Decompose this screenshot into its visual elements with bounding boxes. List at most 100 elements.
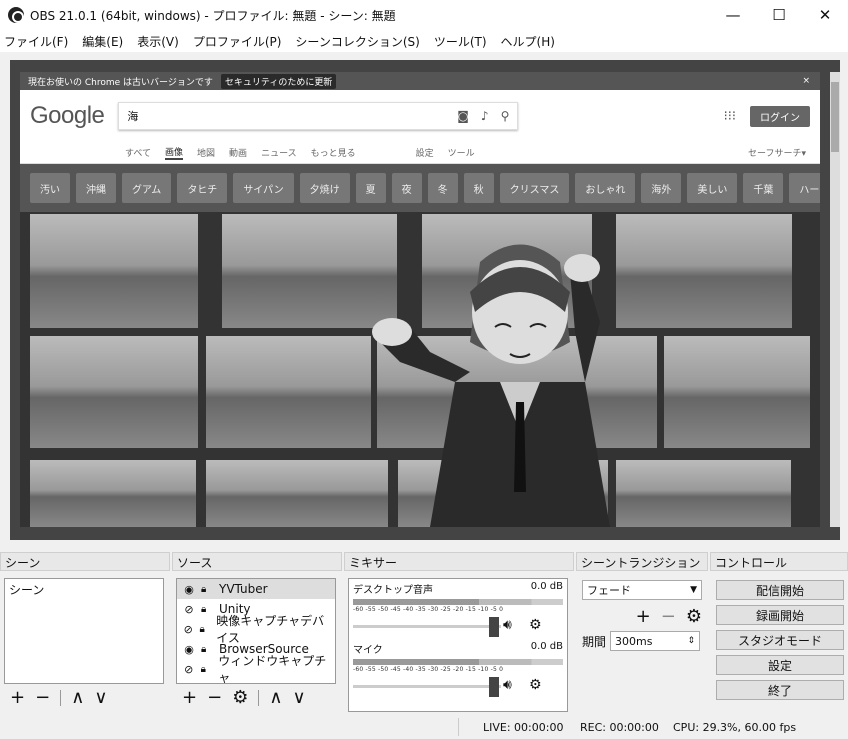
menu-help[interactable]: ヘルプ(H): [501, 33, 555, 50]
eye-icon[interactable]: ◉: [181, 643, 197, 656]
chip: ハート: [789, 173, 820, 203]
scenes-list[interactable]: シーン: [4, 578, 164, 684]
speaker-icon[interactable]: 🔊︎: [503, 617, 512, 633]
chevron-up-icon[interactable]: ∧: [71, 687, 84, 708]
sources-list[interactable]: ◉ 🔒︎ YVTuber ⊘ 🔒︎ Unity ⊘ 🔒︎ 映像キャプチャデバイス…: [176, 578, 336, 685]
channel-name: マイク: [353, 645, 383, 656]
mixer-header: ミキサー: [344, 552, 574, 571]
meter-ticks: -60 -55 -50 -45 -40 -35 -30 -25 -20 -15 …: [353, 666, 504, 673]
remove-icon[interactable]: −: [661, 606, 676, 627]
gear-icon[interactable]: ⚙: [529, 617, 542, 633]
chevron-down-icon[interactable]: ∨: [94, 687, 107, 708]
gear-icon[interactable]: ⚙: [529, 677, 542, 693]
image-results-grid: [20, 212, 820, 527]
gear-icon[interactable]: ⚙: [686, 606, 702, 627]
lock-icon[interactable]: 🔒︎: [201, 584, 213, 595]
menu-file[interactable]: ファイル(F): [4, 33, 68, 50]
studio-mode-button[interactable]: スタジオモード: [716, 630, 844, 650]
chip: 美しい: [687, 173, 738, 203]
controls-dock: コントロール 配信開始 録画開始 スタジオモード 設定 終了: [710, 552, 848, 714]
channel-db: 0.0 dB: [530, 581, 563, 592]
start-recording-button[interactable]: 録画開始: [716, 605, 844, 625]
transition-select[interactable]: フェード ▼: [582, 580, 702, 600]
chip: グアム: [122, 173, 172, 203]
source-item[interactable]: ⊘ 🔒︎ ウィンドウキャプチャ: [177, 654, 335, 685]
duration-value: 300ms: [615, 634, 653, 648]
menu-edit[interactable]: 編集(E): [82, 33, 123, 50]
preview-area: 現在お使いの Chrome は古いバージョンです セキュリティのために更新 × …: [0, 52, 848, 549]
meter-ticks: -60 -55 -50 -45 -40 -35 -30 -25 -20 -15 …: [353, 606, 504, 613]
update-button: セキュリティのために更新: [220, 73, 337, 89]
channel-db: 0.0 dB: [530, 641, 563, 652]
volume-slider-track[interactable]: [353, 625, 501, 628]
source-label: ウィンドウキャプチャ: [218, 654, 327, 685]
chip: タヒチ: [177, 173, 228, 203]
lock-icon[interactable]: 🔒︎: [201, 664, 213, 675]
tab-settings: 設定: [415, 149, 434, 159]
spin-arrows-icon[interactable]: ⇕: [687, 636, 695, 646]
volume-slider-handle[interactable]: [489, 617, 499, 637]
chip: 汚い: [30, 173, 70, 203]
rec-timer: REC: 00:00:00: [580, 721, 659, 734]
eye-hidden-icon[interactable]: ⊘: [181, 663, 197, 676]
add-icon[interactable]: +: [182, 687, 197, 708]
menu-scene-collection[interactable]: シーンコレクション(S): [295, 33, 419, 50]
remove-icon[interactable]: −: [207, 687, 222, 708]
scene-item[interactable]: シーン: [5, 579, 163, 599]
add-icon[interactable]: +: [636, 606, 651, 627]
preview-canvas[interactable]: 現在お使いの Chrome は古いバージョンです セキュリティのために更新 × …: [10, 60, 840, 540]
add-icon[interactable]: +: [10, 687, 25, 708]
chevron-down-icon[interactable]: ∨: [293, 687, 306, 708]
sources-header: ソース: [172, 552, 342, 571]
lock-icon[interactable]: 🔒︎: [201, 604, 213, 615]
login-button: ログイン: [750, 105, 810, 127]
volume-slider-handle[interactable]: [489, 677, 499, 697]
mixer-panel: デスクトップ音声 0.0 dB -60 -55 -50 -45 -40 -35 …: [348, 578, 568, 712]
google-logo: Google: [30, 102, 105, 129]
chip: 千葉: [743, 173, 784, 203]
minimize-button[interactable]: —: [710, 0, 756, 30]
tab-more: もっと見る: [310, 149, 356, 159]
eye-hidden-icon[interactable]: ⊘: [181, 603, 197, 616]
chip: 沖縄: [76, 173, 116, 203]
volume-slider-track[interactable]: [353, 685, 501, 688]
chevron-down-icon: ▼: [690, 585, 697, 595]
sources-toolbar: + − ⚙ ∧ ∨: [182, 687, 306, 708]
speaker-icon[interactable]: 🔊︎: [503, 677, 512, 693]
result-image: [30, 214, 198, 328]
channel-name: デスクトップ音声: [353, 585, 433, 596]
tab-videos: 動画: [229, 149, 248, 159]
tab-images: 画像: [165, 145, 184, 160]
menu-tools[interactable]: ツール(T): [434, 33, 487, 50]
volume-meter: [353, 599, 563, 605]
tab-all: すべて: [125, 149, 152, 159]
lock-icon[interactable]: 🔒︎: [199, 624, 210, 635]
settings-button[interactable]: 設定: [716, 655, 844, 675]
eye-hidden-icon[interactable]: ⊘: [181, 623, 195, 636]
menu-profile[interactable]: プロファイル(P): [193, 33, 282, 50]
tab-maps: 地図: [197, 149, 216, 159]
chip: 秋: [463, 173, 494, 203]
chrome-update-banner: 現在お使いの Chrome は古いバージョンです セキュリティのために更新 ×: [20, 72, 820, 90]
menu-view[interactable]: 表示(V): [137, 33, 179, 50]
microphone-icon: ♪: [480, 109, 489, 123]
dock-panel-area: シーン シーン + − ∧ ∨ ソース ◉ 🔒︎ YVTuber ⊘ 🔒︎ Un…: [0, 552, 848, 714]
close-button[interactable]: ✕: [802, 0, 848, 30]
controls-header: コントロール: [710, 552, 848, 571]
scenes-dock: シーン シーン + − ∧ ∨: [0, 552, 170, 714]
maximize-button[interactable]: ☐: [756, 0, 802, 30]
duration-spinbox[interactable]: 300ms ⇕: [610, 631, 701, 651]
source-item[interactable]: ⊘ 🔒︎ 映像キャプチャデバイス: [177, 614, 335, 645]
camera-icon: ◙: [457, 109, 469, 123]
cpu-fps: CPU: 29.3%, 60.00 fps: [673, 721, 797, 734]
lock-icon[interactable]: 🔒︎: [201, 644, 213, 655]
obs-logo-icon: [8, 7, 24, 23]
chevron-up-icon[interactable]: ∧: [269, 687, 282, 708]
chip: サイパン: [233, 173, 294, 203]
remove-icon[interactable]: −: [35, 687, 50, 708]
source-item[interactable]: ◉ 🔒︎ YVTuber: [177, 579, 335, 599]
gear-icon[interactable]: ⚙: [232, 687, 248, 708]
eye-icon[interactable]: ◉: [181, 583, 197, 596]
start-streaming-button[interactable]: 配信開始: [716, 580, 844, 600]
exit-button[interactable]: 終了: [716, 680, 844, 700]
